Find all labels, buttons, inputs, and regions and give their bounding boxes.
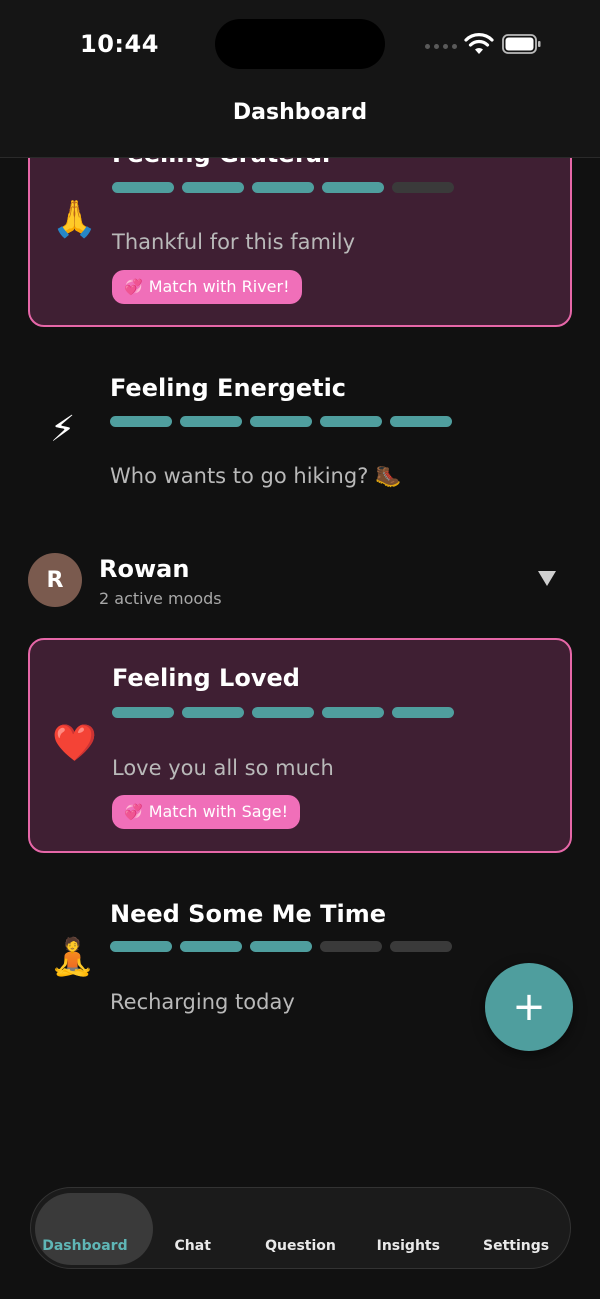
tab-label: Dashboard bbox=[42, 1238, 128, 1254]
level-segment-filled bbox=[110, 416, 172, 427]
level-segment-empty bbox=[390, 941, 452, 952]
tab-chat[interactable]: Chat bbox=[139, 1188, 247, 1268]
member-name: Rowan bbox=[99, 555, 190, 583]
mood-note: Who wants to go hiking? 🥾 bbox=[110, 464, 402, 488]
level-segment-filled bbox=[252, 182, 314, 193]
tab-label: Insights bbox=[376, 1238, 440, 1254]
mood-feed[interactable]: Feeling Grateful 🙏 Thankful for this fam… bbox=[0, 0, 600, 1299]
tab-label: Chat bbox=[174, 1238, 211, 1254]
level-segment-filled bbox=[390, 416, 452, 427]
level-segment-filled bbox=[250, 416, 312, 427]
tab-bar: Dashboard Chat Question Insights Setting… bbox=[30, 1187, 571, 1269]
level-segment-filled bbox=[112, 182, 174, 193]
mood-card-energetic[interactable]: Feeling Energetic ⚡ Who wants to go hiki… bbox=[28, 360, 572, 510]
page-title: Dashboard bbox=[232, 100, 368, 125]
level-segment-filled bbox=[392, 707, 454, 718]
level-segment-filled bbox=[180, 941, 242, 952]
level-segment-filled bbox=[110, 941, 172, 952]
add-mood-button[interactable]: + bbox=[485, 963, 573, 1051]
level-segment-filled bbox=[182, 707, 244, 718]
level-segment-filled bbox=[112, 707, 174, 718]
level-segment-filled bbox=[250, 941, 312, 952]
level-segment-filled bbox=[252, 707, 314, 718]
dynamic-island bbox=[215, 19, 385, 69]
tab-question[interactable]: Question bbox=[247, 1188, 355, 1268]
level-segment-filled bbox=[322, 707, 384, 718]
member-row-rowan[interactable]: R Rowan 2 active moods bbox=[28, 553, 572, 609]
mood-title: Feeling Energetic bbox=[110, 374, 347, 402]
tab-label: Settings bbox=[483, 1238, 550, 1254]
mood-card-loved[interactable]: Feeling Loved ❤️ Love you all so much 💞 … bbox=[28, 638, 572, 853]
match-label: Match with Sage! bbox=[148, 802, 288, 821]
mood-note: Love you all so much bbox=[112, 756, 334, 780]
mood-level-bar bbox=[110, 941, 452, 952]
tab-insights[interactable]: Insights bbox=[354, 1188, 462, 1268]
level-segment-filled bbox=[182, 182, 244, 193]
mood-note: Thankful for this family bbox=[112, 230, 356, 254]
match-badge[interactable]: 💞 Match with Sage! bbox=[112, 795, 300, 829]
status-bar: 10:44 bbox=[0, 0, 600, 90]
mood-title: Need Some Me Time bbox=[110, 900, 386, 928]
lightning-emoji: ⚡ bbox=[50, 409, 76, 450]
meditation-emoji: 🧘 bbox=[50, 937, 95, 978]
match-badge[interactable]: 💞 Match with River! bbox=[112, 270, 302, 304]
collapse-arrow-icon[interactable] bbox=[538, 571, 556, 586]
nav-header: Dashboard bbox=[0, 90, 600, 158]
level-segment-filled bbox=[180, 416, 242, 427]
status-time: 10:44 bbox=[80, 30, 159, 58]
screen: Feeling Grateful 🙏 Thankful for this fam… bbox=[0, 0, 600, 1299]
avatar: R bbox=[28, 553, 82, 607]
tab-label: Question bbox=[265, 1238, 336, 1254]
mood-level-bar bbox=[110, 416, 452, 427]
mood-title: Feeling Loved bbox=[112, 664, 300, 692]
level-segment-filled bbox=[322, 182, 384, 193]
praying-hands-emoji: 🙏 bbox=[52, 199, 97, 240]
mood-level-bar bbox=[112, 182, 454, 193]
member-mood-count: 2 active moods bbox=[99, 589, 222, 608]
heart-emoji: ❤️ bbox=[52, 723, 97, 764]
hearts-icon: 💞 bbox=[124, 803, 143, 821]
level-segment-empty bbox=[320, 941, 382, 952]
battery-icon bbox=[502, 34, 541, 54]
cellular-signal-icon bbox=[425, 44, 457, 49]
match-label: Match with River! bbox=[148, 277, 290, 296]
tab-settings[interactable]: Settings bbox=[462, 1188, 570, 1268]
mood-note: Recharging today bbox=[110, 990, 295, 1014]
mood-level-bar bbox=[112, 707, 454, 718]
wifi-icon bbox=[464, 33, 494, 54]
hearts-icon: 💞 bbox=[124, 278, 143, 296]
level-segment-filled bbox=[320, 416, 382, 427]
tab-dashboard[interactable]: Dashboard bbox=[31, 1188, 153, 1268]
level-segment-empty bbox=[392, 182, 454, 193]
